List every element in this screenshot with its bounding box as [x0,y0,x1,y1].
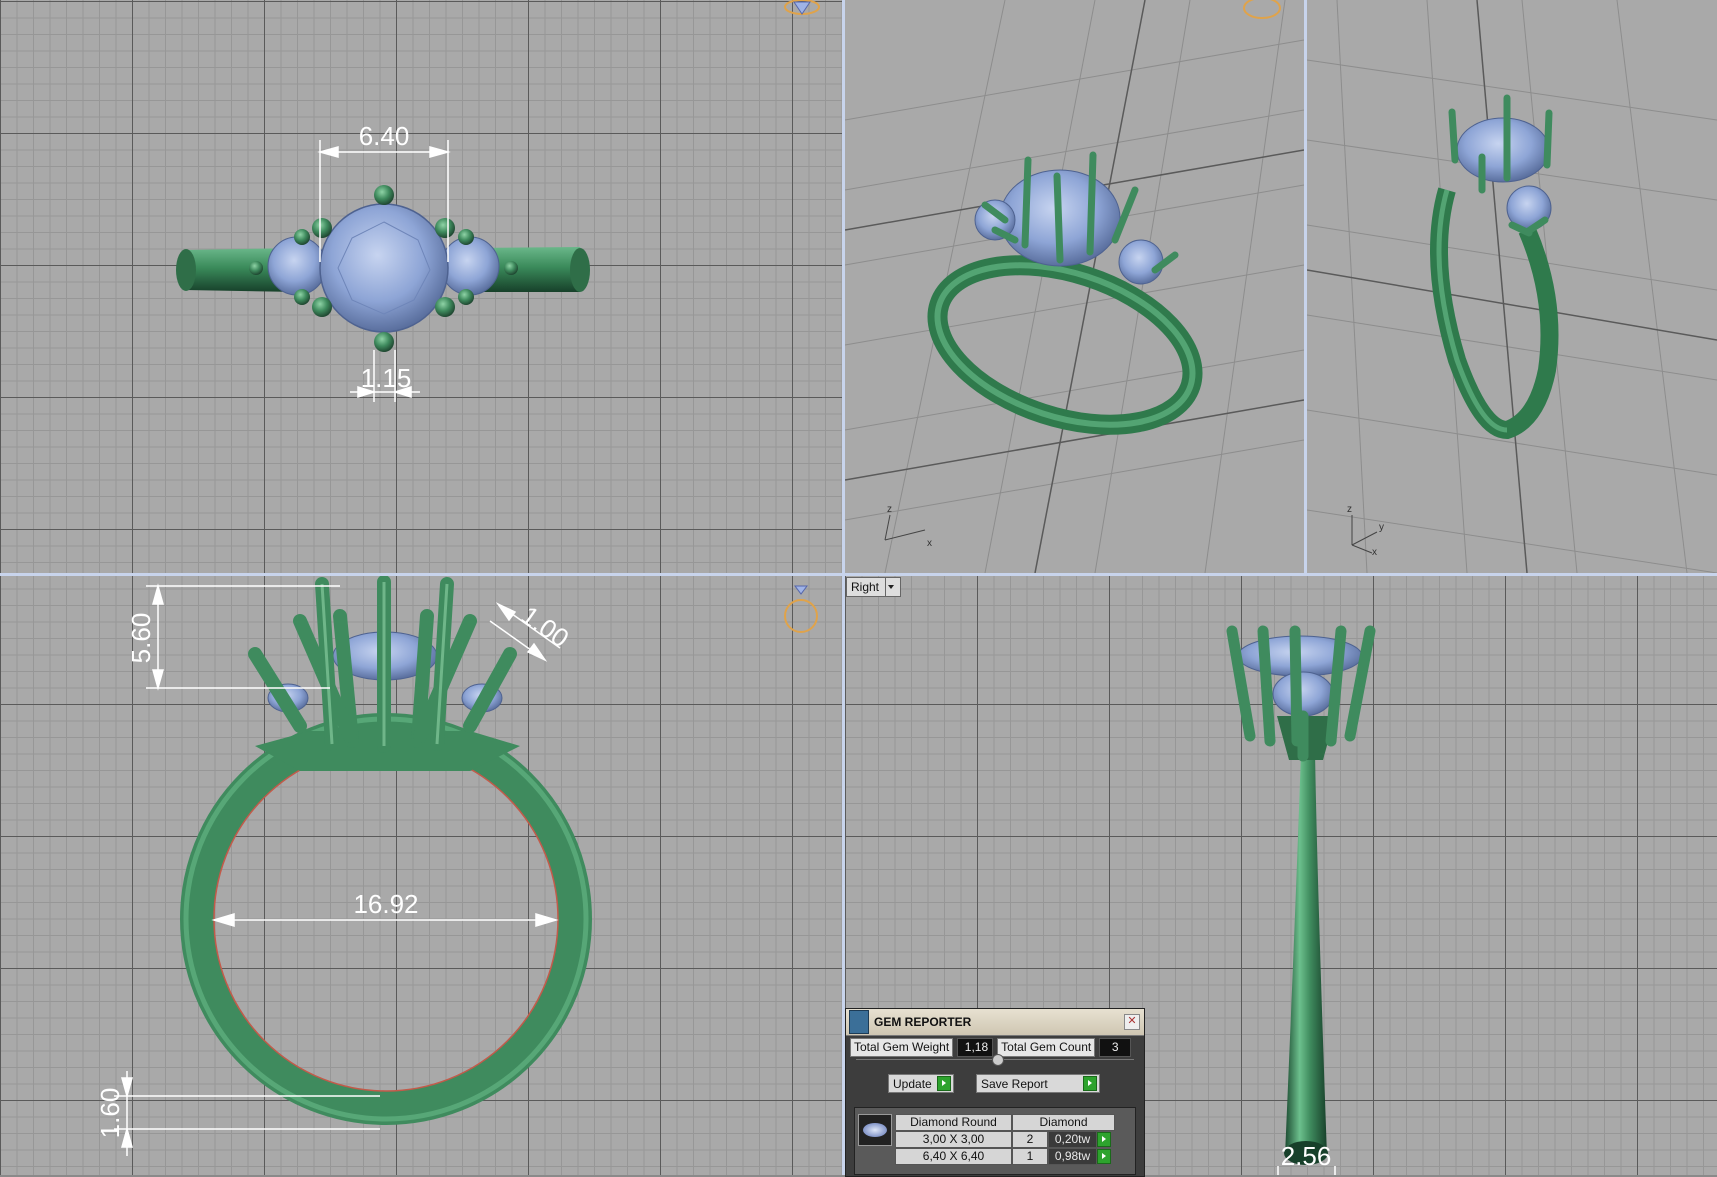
close-icon[interactable]: ✕ [1124,1014,1140,1030]
table-row-size: 3,00 X 3,00 [895,1131,1012,1148]
viewport-perspective-2[interactable]: z x y [1307,0,1717,573]
viewport-top[interactable]: 6.40 1.15 [0,0,842,573]
play-icon[interactable] [1097,1149,1111,1164]
ring-icon[interactable] [784,576,818,633]
gem-reporter-titlebar[interactable]: GEM REPORTER ✕ [846,1009,1144,1036]
total-gem-weight-value: 1,18 [957,1038,994,1057]
collapse-knob-icon[interactable] [992,1054,1004,1066]
front-view-canvas: 5.60 1.00 16.92 1.60 [95,576,818,1156]
viewport-divider-horizontal[interactable] [0,573,1717,576]
gem-thumbnail [858,1114,892,1146]
dim-16-92: 16.92 [353,889,418,919]
gem-icon [863,1123,887,1137]
table-row-weight: 0,20tw [1048,1131,1097,1148]
panel-separator [856,1054,1134,1068]
svg-text:y: y [1379,522,1384,533]
gem-reporter-title: GEM REPORTER [874,1015,972,1029]
action-row: Update Save Report [888,1074,1144,1093]
gem-reporter-icon [849,1010,869,1034]
table-row-count: 2 [1012,1131,1048,1148]
total-gem-count-label: Total Gem Count [997,1038,1096,1057]
gem-icon[interactable] [784,0,820,15]
gem-reporter-panel: GEM REPORTER ✕ Total Gem Weight 1,18 Tot… [845,1008,1145,1177]
save-report-button-label: Save Report [981,1076,1048,1091]
table-row-weight: 0,98tw [1048,1148,1097,1165]
viewport-divider-vertical[interactable] [842,0,845,1175]
update-button[interactable]: Update [888,1074,954,1093]
shape-header: Diamond Round [895,1114,1012,1131]
chevron-down-icon[interactable] [885,578,896,596]
table-row-count: 1 [1012,1148,1048,1165]
save-report-button[interactable]: Save Report [976,1074,1100,1093]
update-button-label: Update [893,1076,932,1091]
viewport-divider-vertical-top[interactable] [1304,0,1307,573]
total-gem-count-value: 3 [1099,1038,1132,1057]
dim-6-40: 6.40 [359,121,410,151]
ring-icon[interactable] [1243,0,1281,19]
gem-table: Diamond Round Diamond 3,00 X 3,00 2 0,20… [854,1107,1136,1175]
dim-1-15: 1.15 [361,363,412,393]
dim-1-60: 1.60 [95,1088,125,1139]
play-icon[interactable] [1097,1132,1111,1147]
view-selector[interactable]: Right [846,577,902,597]
svg-text:z: z [887,504,892,515]
svg-text:x: x [927,538,932,549]
dim-2-56: 2.56 [1281,1141,1332,1171]
dim-5-60: 5.60 [126,613,156,664]
view-selector-label: Right [851,580,880,594]
material-header: Diamond [1012,1114,1115,1131]
total-gem-weight-label: Total Gem Weight [850,1038,954,1057]
top-view-canvas: 6.40 1.15 [176,0,820,402]
viewport-front[interactable]: 5.60 1.00 16.92 1.60 [0,576,842,1175]
play-icon[interactable] [1083,1076,1097,1091]
play-icon[interactable] [937,1076,951,1091]
perspective-1-canvas: x z [845,0,1304,573]
svg-text:x: x [1372,547,1377,558]
perspective-2-canvas: z x y [1307,0,1717,573]
svg-text:z: z [1347,504,1352,515]
table-row-size: 6,40 X 6,40 [895,1148,1012,1165]
viewport-perspective-1[interactable]: x z [845,0,1304,573]
